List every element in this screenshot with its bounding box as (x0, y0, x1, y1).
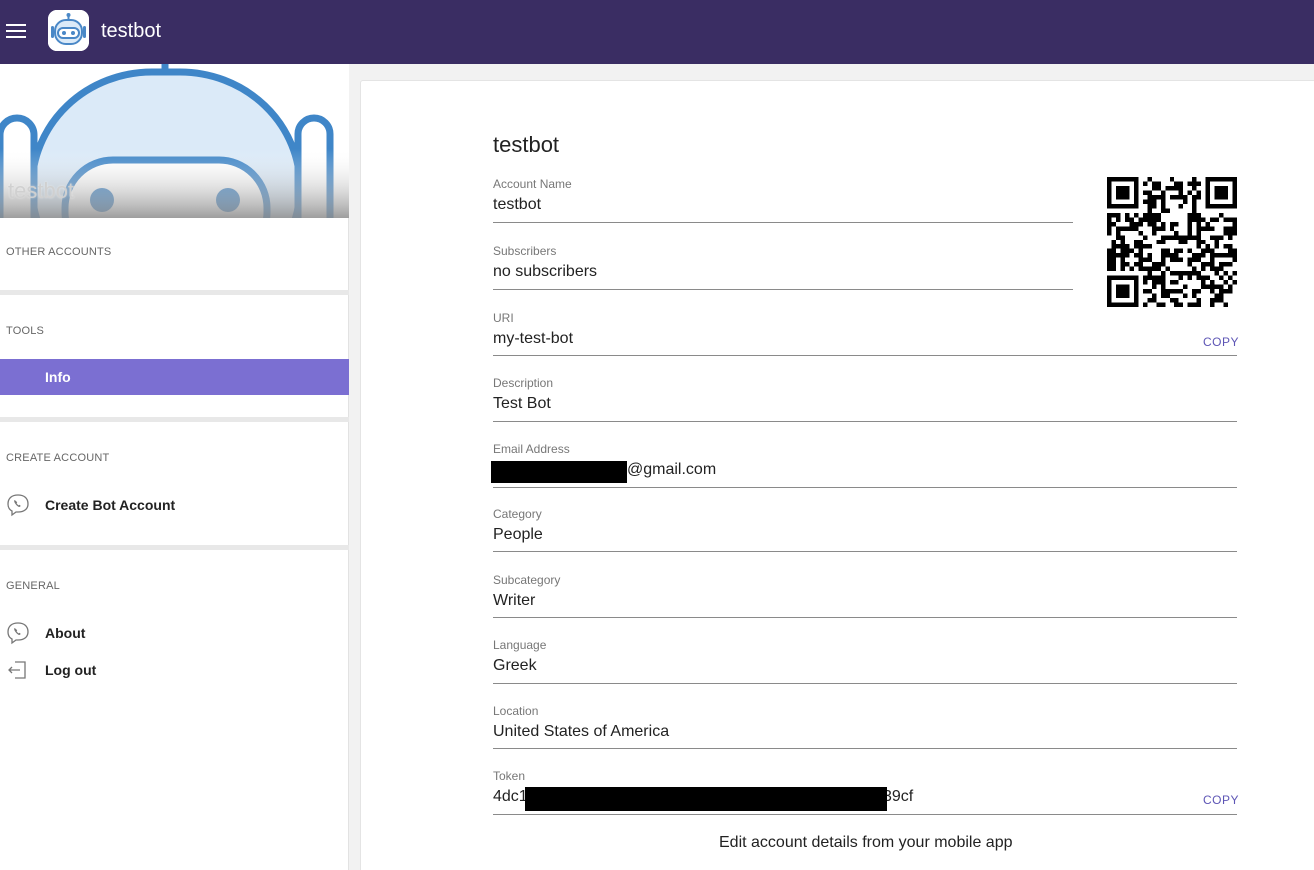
field-value: People (493, 526, 543, 543)
sidebar-item-label: Info (45, 369, 71, 385)
section-divider (0, 290, 349, 295)
field-value: Writer (493, 592, 536, 609)
sidebar-item-about[interactable]: About (0, 615, 349, 651)
token-value-suffix: 39cf (883, 788, 914, 805)
copy-token-button[interactable]: COPY (1203, 793, 1239, 807)
sidebar-item-label: About (45, 625, 86, 641)
field-underline (493, 355, 1237, 356)
section-title-create-account: CREATE ACCOUNT (6, 452, 110, 464)
section-title-general: GENERAL (6, 580, 60, 592)
field-label: Email Address (493, 442, 570, 456)
field-underline (493, 814, 1237, 815)
copy-uri-button[interactable]: COPY (1203, 335, 1239, 349)
logout-icon (6, 658, 30, 682)
field-label: Description (493, 376, 554, 390)
field-label: Account Name (493, 177, 572, 191)
field-label: Category (493, 507, 542, 521)
field-label: Location (493, 704, 539, 718)
sidebar-item-label: Log out (45, 662, 97, 678)
field-underline (493, 748, 1237, 749)
field-value: testbot (493, 196, 542, 213)
field-label: Subscribers (493, 244, 557, 258)
field-underline (493, 289, 1073, 290)
page-title: testbot (493, 132, 560, 157)
section-title-other-accounts: OTHER ACCOUNTS (6, 246, 112, 258)
token-value-prefix: 4dc1 (493, 788, 528, 805)
field-label: URI (493, 311, 514, 325)
app-title: testbot (101, 20, 162, 42)
sidebar-item-create-bot-account[interactable]: Create Bot Account (0, 487, 349, 523)
section-title-tools: TOOLS (6, 325, 45, 337)
account-hero-banner: testbot (0, 64, 349, 218)
viber-phone-icon (6, 621, 30, 645)
field-underline (493, 421, 1237, 422)
field-underline (493, 487, 1237, 488)
field-label: Token (493, 769, 526, 783)
field-value: my-test-bot (493, 330, 574, 347)
field-underline (493, 222, 1073, 223)
field-value: no subscribers (493, 263, 598, 280)
field-value: United States of America (493, 723, 670, 740)
field-underline (493, 617, 1237, 618)
field-underline (493, 551, 1237, 552)
top-app-bar: testbot (0, 0, 1314, 64)
viber-phone-icon (6, 493, 30, 517)
field-label: Language (493, 638, 547, 652)
redaction-bar (525, 787, 887, 811)
sidebar-item-info[interactable]: Info (0, 359, 349, 395)
robot-logo-icon (48, 10, 89, 51)
sidebar: testbot OTHER ACCOUNTS TOOLS Info CREATE… (0, 64, 349, 870)
field-value: Greek (493, 657, 537, 674)
field-underline (493, 683, 1237, 684)
hero-account-name: testbot (8, 178, 75, 203)
qr-code-icon (1107, 177, 1237, 307)
redaction-bar (491, 461, 627, 483)
sidebar-item-log-out[interactable]: Log out (0, 652, 349, 688)
sidebar-item-label: Create Bot Account (45, 497, 176, 513)
field-value: Test Bot (493, 395, 551, 412)
field-value: @gmail.com (627, 461, 717, 478)
edit-details-note: Edit account details from your mobile ap… (719, 834, 1013, 851)
section-divider (0, 545, 349, 550)
hamburger-menu-icon[interactable] (6, 24, 26, 40)
section-divider (0, 417, 349, 422)
field-label: Subcategory (493, 573, 561, 587)
